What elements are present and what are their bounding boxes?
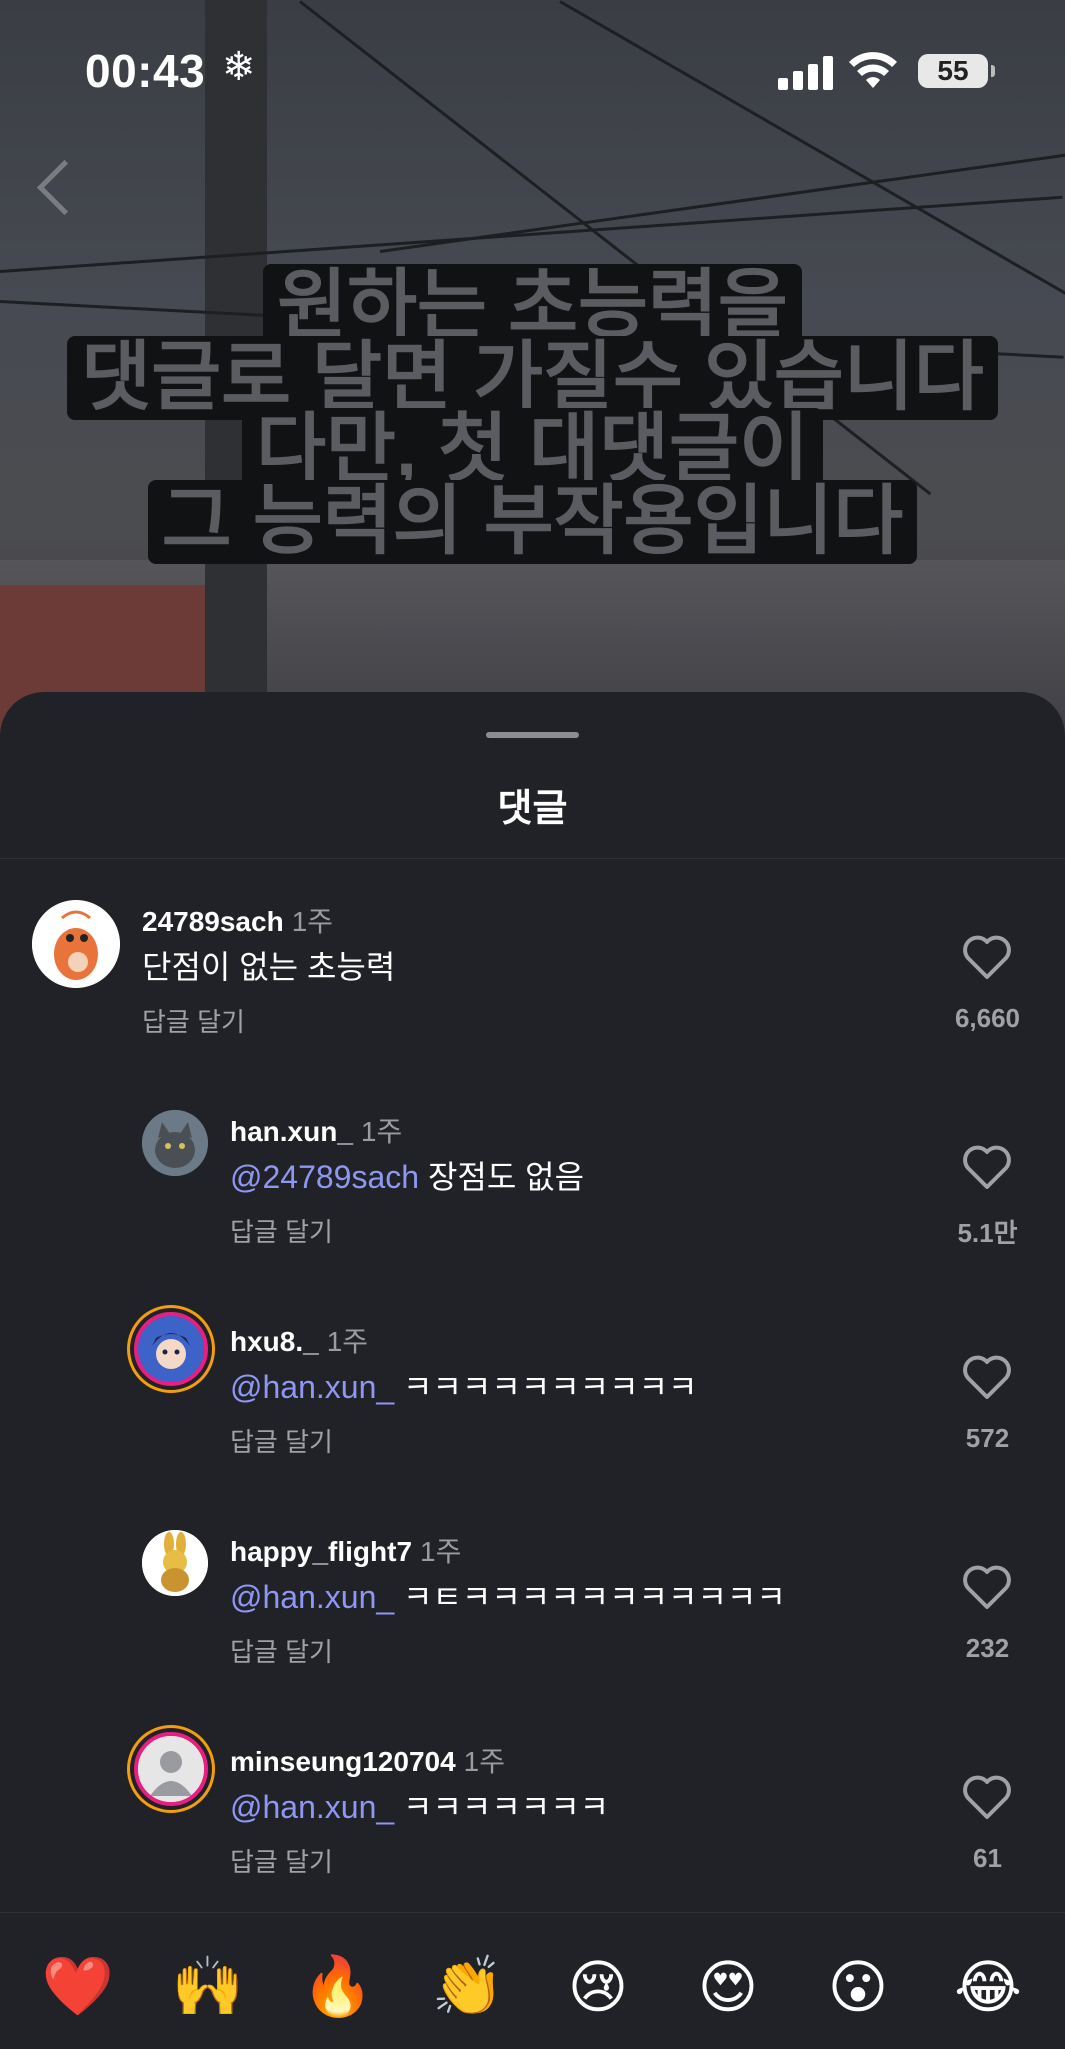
reply-button[interactable]: 답글 달기 xyxy=(142,1002,245,1039)
comment-item: 24789sach 1주 단점이 없는 초능력 답글 달기 6,660 xyxy=(0,900,1065,1080)
emoji-reaction-bar: ❤️ 🙌 🔥 👏 😢 😍 😮 😂 xyxy=(0,1912,1065,2049)
like-count: 572 xyxy=(965,1423,1010,1453)
snowflake-icon: ❄ xyxy=(222,45,256,89)
clock: 00:43 xyxy=(85,45,206,97)
comment-time: 1주 xyxy=(463,1746,506,1777)
emoji-laughing-button[interactable]: 😂 xyxy=(948,1953,1028,2021)
cat-avatar-icon xyxy=(142,1110,208,1176)
mention-link[interactable]: @han.xun_ xyxy=(230,1789,394,1825)
heart-icon[interactable] xyxy=(962,1774,1012,1820)
heart-icon[interactable] xyxy=(962,1564,1012,1610)
comment-username[interactable]: happy_flight7 1주 xyxy=(230,1530,461,1570)
avatar[interactable] xyxy=(134,1732,208,1806)
emoji-crying-button[interactable]: 😢 xyxy=(558,1953,638,2021)
wifi-icon xyxy=(849,52,897,88)
comment-item: happy_flight7 1주 @han.xun_ ㅋㅌㅋㅋㅋㅋㅋㅋㅋㅋㅋㅋㅋ … xyxy=(0,1530,1065,1710)
emoji-heart-eyes-button[interactable]: 😍 xyxy=(688,1953,768,2021)
battery-icon: 55 xyxy=(918,54,995,88)
divider xyxy=(0,858,1065,859)
avatar[interactable] xyxy=(142,1110,208,1176)
status-bar: 00:43 ❄ 55 xyxy=(0,0,1065,140)
reply-button[interactable]: 답글 달기 xyxy=(230,1212,333,1249)
story-caption: 원하는 초능력을 댓글로 달면 가질수 있습니다 다만, 첫 대댓글이 그 능력… xyxy=(0,264,1065,564)
comment-username[interactable]: 24789sach 1주 xyxy=(142,900,333,940)
like-count: 5.1만 xyxy=(957,1218,1018,1248)
comment-item: hxu8._ 1주 @han.xun_ ㅋㅋㅋㅋㅋㅋㅋㅋㅋㅋ 답글 달기 572 xyxy=(0,1312,1065,1500)
cartoon-avatar-icon xyxy=(32,900,120,988)
avatar[interactable] xyxy=(142,1530,208,1596)
comment-time: 1주 xyxy=(420,1536,462,1567)
comment-username[interactable]: minseung120704 1주 xyxy=(230,1740,505,1780)
emoji-surprised-button[interactable]: 😮 xyxy=(818,1953,898,2021)
comment-text: @han.xun_ ㅋㅌㅋㅋㅋㅋㅋㅋㅋㅋㅋㅋㅋ xyxy=(230,1579,786,1615)
like-count: 61 xyxy=(973,1843,1002,1873)
emoji-raised-hands-button[interactable]: 🙌 xyxy=(168,1953,248,2021)
comment-text: 단점이 없는 초능력 xyxy=(142,949,396,985)
wire xyxy=(0,195,1063,273)
cellular-signal-icon xyxy=(778,56,834,90)
default-avatar-icon xyxy=(138,1736,204,1802)
comment-username[interactable]: han.xun_ 1주 xyxy=(230,1110,402,1150)
emoji-fire-button[interactable]: 🔥 xyxy=(298,1953,378,2021)
comment-time: 1주 xyxy=(360,1116,403,1147)
comment-text: @han.xun_ ㅋㅋㅋㅋㅋㅋㅋㅋㅋㅋ xyxy=(230,1369,698,1405)
comment-time: 1주 xyxy=(291,906,334,937)
reply-button[interactable]: 답글 달기 xyxy=(230,1632,333,1669)
comment-time: 1주 xyxy=(326,1326,369,1357)
comment-item: han.xun_ 1주 @24789sach 장점도 없음 답글 달기 5.1만 xyxy=(0,1110,1065,1290)
avatar[interactable] xyxy=(134,1312,208,1386)
anime-avatar-icon xyxy=(138,1316,204,1382)
comment-text: @24789sach 장점도 없음 xyxy=(230,1159,585,1195)
mention-link[interactable]: @han.xun_ xyxy=(230,1579,394,1615)
drag-handle[interactable] xyxy=(486,732,579,738)
reply-button[interactable]: 답글 달기 xyxy=(230,1842,333,1879)
comment-text: @han.xun_ ㅋㅋㅋㅋㅋㅋㅋ xyxy=(230,1789,610,1825)
sheet-title: 댓글 xyxy=(497,788,568,830)
comment-username[interactable]: hxu8._ 1주 xyxy=(230,1320,368,1360)
comment-item: minseung120704 1주 @han.xun_ ㅋㅋㅋㅋㅋㅋㅋ 답글 달기… xyxy=(0,1732,1065,1920)
caption-line: 그 능력의 부작용입니다 xyxy=(147,480,918,564)
emoji-heart-button[interactable]: ❤️ xyxy=(38,1953,118,2021)
mention-link[interactable]: @han.xun_ xyxy=(230,1369,394,1405)
reply-button[interactable]: 답글 달기 xyxy=(230,1422,333,1459)
heart-icon[interactable] xyxy=(962,1354,1012,1400)
emoji-clap-button[interactable]: 👏 xyxy=(428,1953,508,2021)
like-count: 232 xyxy=(965,1633,1010,1663)
like-count: 6,660 xyxy=(954,1003,1021,1033)
heart-icon[interactable] xyxy=(962,1144,1012,1190)
avatar[interactable] xyxy=(32,900,120,988)
bunny-avatar-icon xyxy=(142,1530,208,1596)
comments-sheet: 댓글 24789sach 1주 단점이 없는 초능력 답글 달기 6,660 h… xyxy=(0,692,1065,2048)
mention-link[interactable]: @24789sach xyxy=(230,1159,419,1195)
heart-icon[interactable] xyxy=(962,934,1012,980)
